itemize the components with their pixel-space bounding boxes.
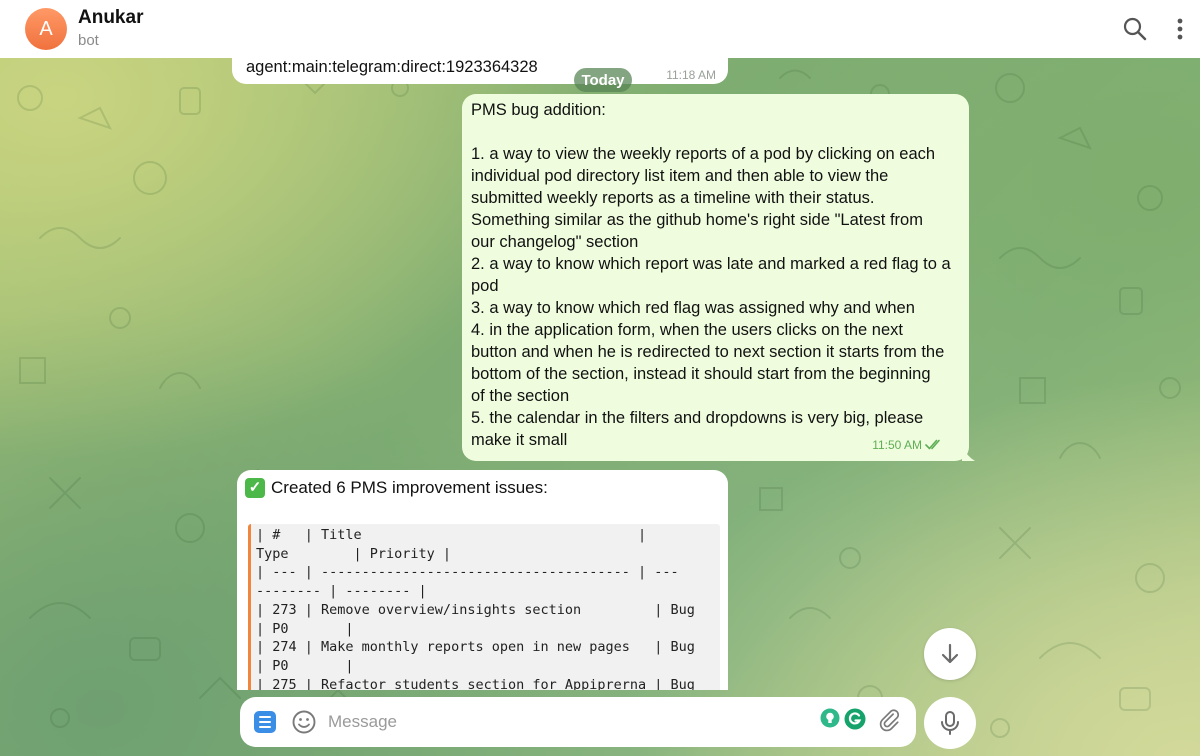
message-text: agent:main:telegram:direct:1923364328 [246, 58, 538, 76]
message-line: button and when he is redirected to next… [471, 343, 945, 361]
mic-button[interactable] [924, 697, 976, 749]
code-line: | 274 | Make monthly reports open in new… [256, 639, 695, 656]
message-line: PMS bug addition: [471, 101, 606, 119]
message-time-status: 11:50 AM [872, 434, 943, 456]
message-line: individual pod directory list item and t… [471, 167, 889, 185]
code-line: | 273 | Remove overview/insights section… [256, 601, 695, 618]
double-check-icon [925, 439, 940, 450]
code-line: | P0 | [256, 657, 354, 674]
arrow-down-icon [941, 643, 959, 664]
message-line: 1. a way to view the weekly reports of a… [471, 145, 936, 163]
message-composer [240, 697, 916, 747]
message-bubble-incoming[interactable]: ✓ Created 6 PMS improvement issues: | # … [237, 470, 728, 690]
chat-title[interactable]: Anukar [78, 7, 143, 29]
grammarly-icon[interactable] [844, 708, 866, 730]
code-line: Type | Priority | [256, 545, 452, 562]
message-time: 11:18 AM [666, 68, 716, 82]
more-vertical-icon[interactable] [1168, 15, 1192, 43]
message-line: our changelog" section [471, 233, 639, 251]
message-time: 11:50 AM [872, 438, 922, 452]
message-line: bottom of the section, instead it should… [471, 365, 931, 383]
message-line: submitted weekly reports as a timeline w… [471, 189, 875, 207]
bubble-tail [962, 447, 975, 461]
code-line: | # | Title | [256, 527, 647, 543]
chat-status: bot [78, 32, 99, 49]
code-line: | 275 | Refactor students section for Ap… [256, 676, 695, 690]
code-line: | P0 | [256, 620, 354, 637]
message-line: 4. in the application form, when the use… [471, 321, 903, 339]
emoji-icon[interactable] [291, 709, 317, 735]
search-icon[interactable] [1121, 15, 1149, 43]
message-line: Something similar as the github home's r… [471, 211, 923, 229]
message-text: Created 6 PMS improvement issues: [271, 478, 548, 497]
check-mark-icon: ✓ [245, 478, 265, 498]
message-line: pod [471, 277, 499, 295]
message-line: of the section [471, 387, 570, 405]
message-heading: ✓ Created 6 PMS improvement issues: [245, 477, 548, 499]
scroll-down-button[interactable] [924, 628, 976, 680]
mic-icon [941, 711, 959, 735]
code-block[interactable]: | # | Title | Type | Priority | | --- | … [248, 524, 720, 690]
lightbulb-extension-icon[interactable] [820, 708, 840, 728]
avatar[interactable]: A [25, 8, 67, 50]
attach-icon[interactable] [877, 708, 905, 736]
date-separator[interactable]: Today [574, 68, 632, 92]
message-line: 2. a way to know which report was late a… [471, 255, 951, 273]
message-input[interactable] [328, 709, 808, 735]
chat-header: A Anukar bot [0, 0, 1200, 58]
code-line: | --- | --------------------------------… [256, 564, 679, 581]
message-line: 3. a way to know which red flag was assi… [471, 299, 915, 317]
message-line: 5. the calendar in the filters and dropd… [471, 409, 924, 427]
code-line: -------- | -------- | [256, 583, 427, 600]
menu-icon[interactable] [254, 711, 276, 733]
message-line [471, 121, 959, 143]
message-bubble-outgoing[interactable]: PMS bug addition: 1. a way to view the w… [462, 94, 969, 461]
